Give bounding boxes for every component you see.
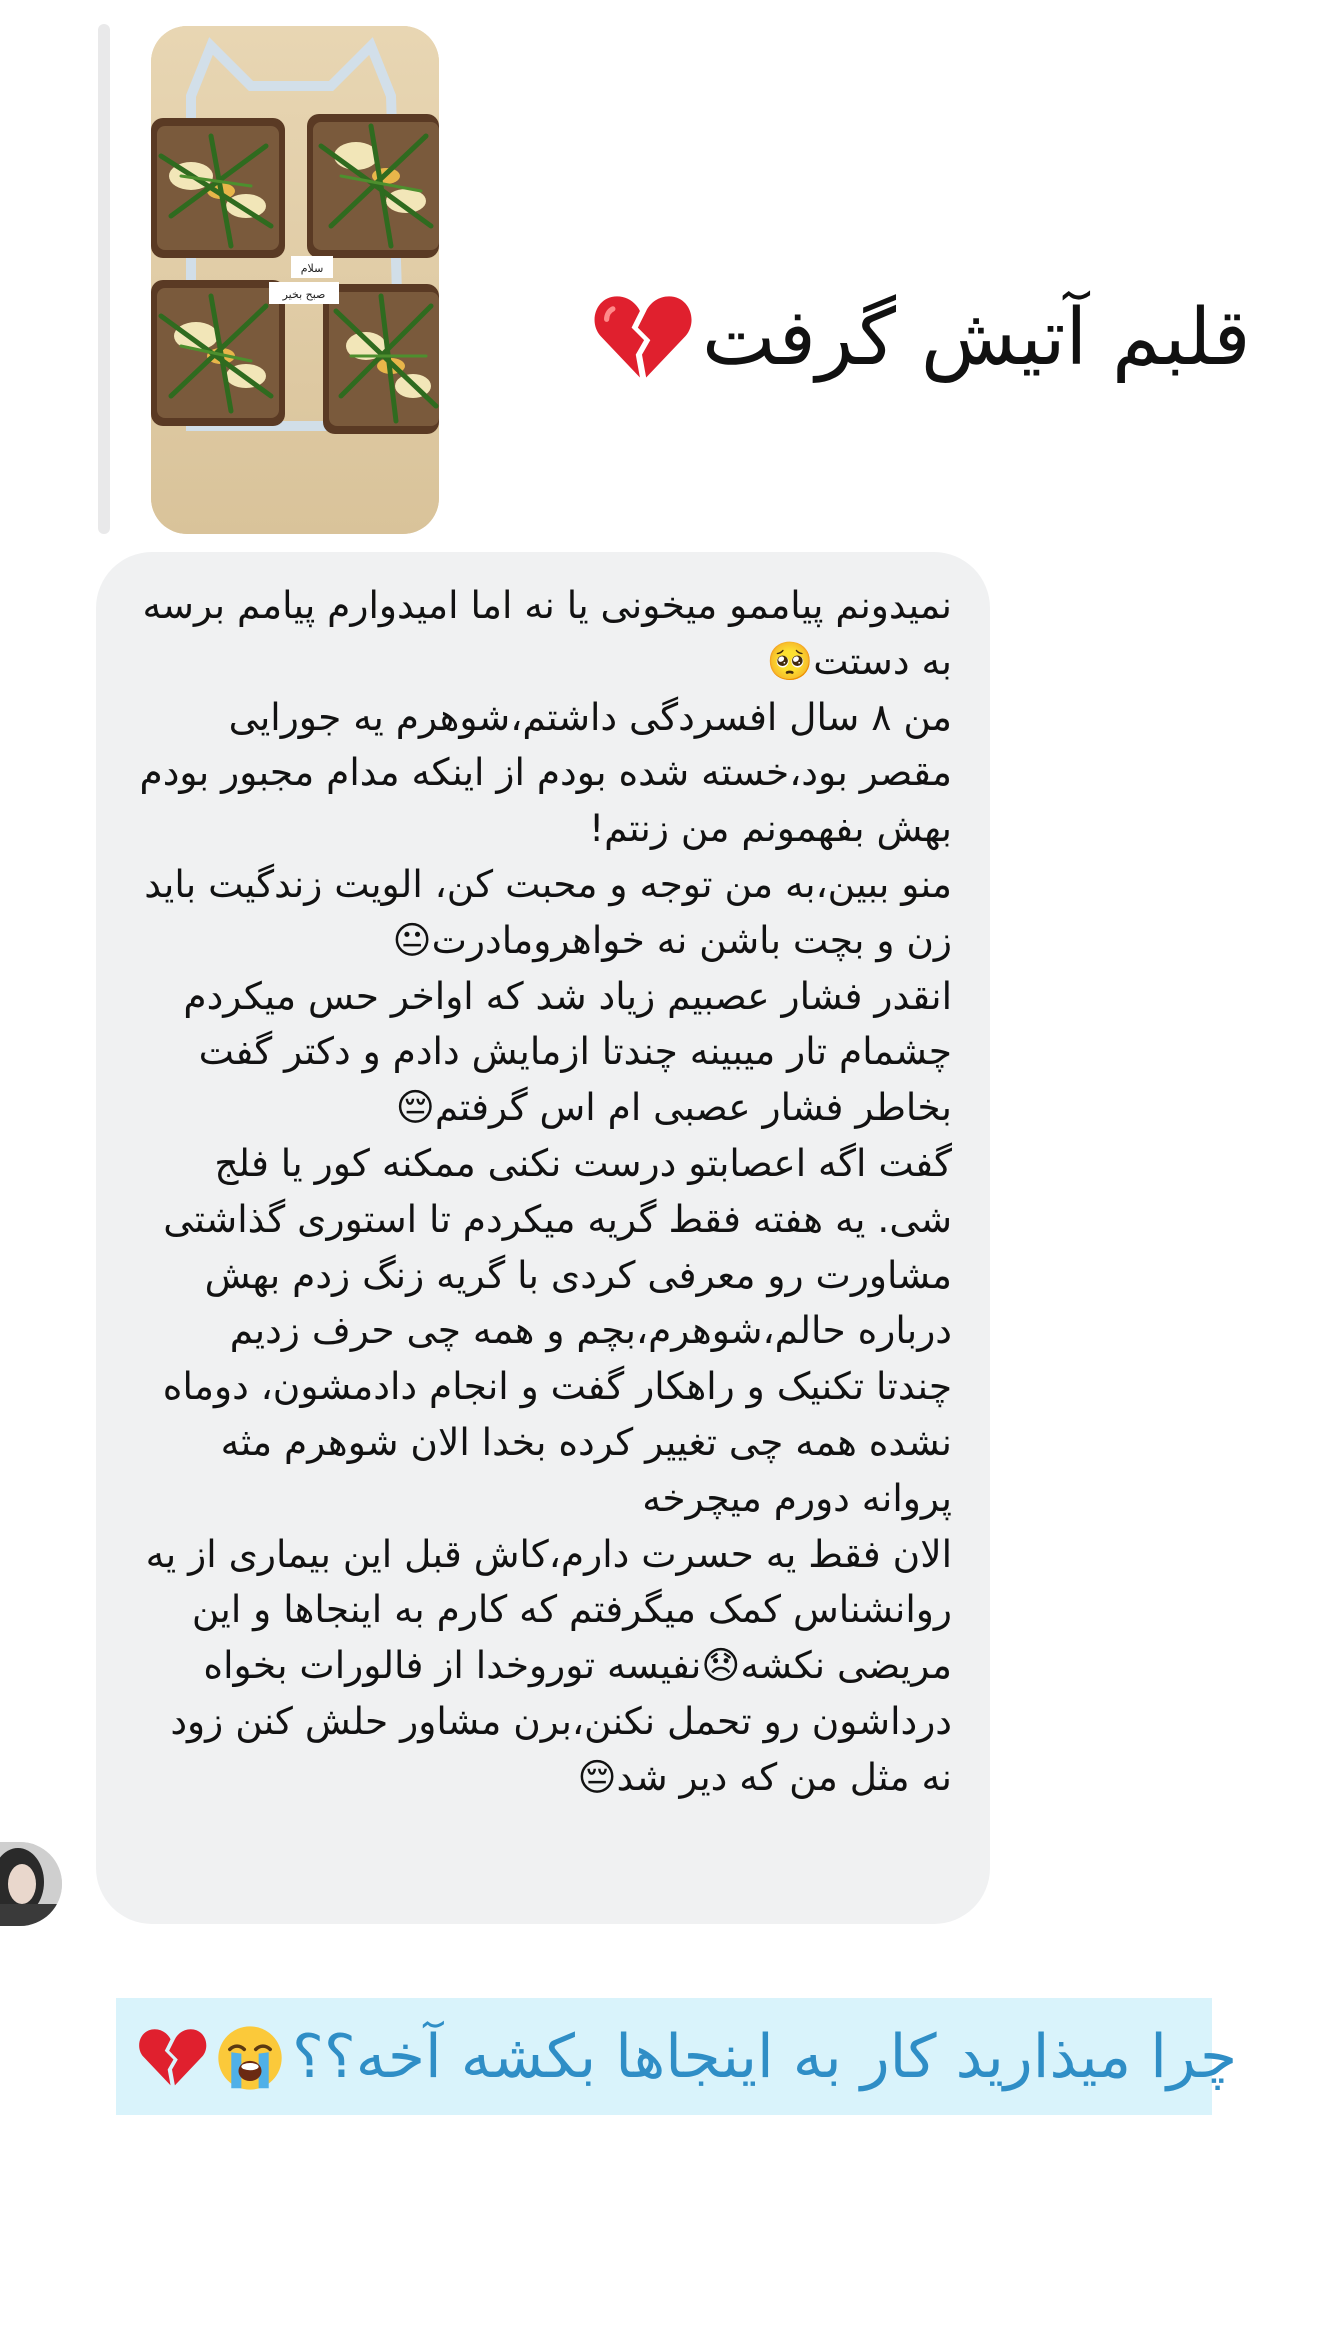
story-photo: سلام صبح بخیر: [151, 26, 439, 534]
message-bubble[interactable]: نمیدونم پیاممو میخونی یا نه اما امیدوارم…: [96, 552, 990, 1924]
avatar-photo: [0, 1842, 62, 1926]
broken-heart-icon: [590, 286, 694, 390]
story-caption: چرا میذارید کار به اینجاها بکشه آخه؟؟: [136, 1998, 1237, 2115]
reply-indicator-bar: [98, 24, 110, 534]
thumb-caption-1: سلام: [301, 262, 324, 275]
message-text: نمیدونم پیاممو میخونی یا نه اما امیدوارم…: [139, 583, 952, 1799]
story-thumbnail[interactable]: سلام صبح بخیر: [151, 26, 439, 534]
caption-text: چرا میذارید کار به اینجاها بکشه آخه؟؟: [292, 2021, 1238, 2092]
broken-heart-icon: [136, 2019, 208, 2093]
thumb-caption-2: صبح بخیر: [282, 288, 326, 301]
previous-message-remnant: [180, 0, 740, 6]
story-reply-headline: قلبم آتیش گرفت: [590, 268, 1251, 408]
headline-text: قلبم آتیش گرفت: [702, 293, 1251, 383]
sender-avatar[interactable]: [0, 1842, 62, 1926]
loudly-crying-face-icon: [214, 2019, 286, 2093]
caption-emojis: [136, 2019, 286, 2093]
